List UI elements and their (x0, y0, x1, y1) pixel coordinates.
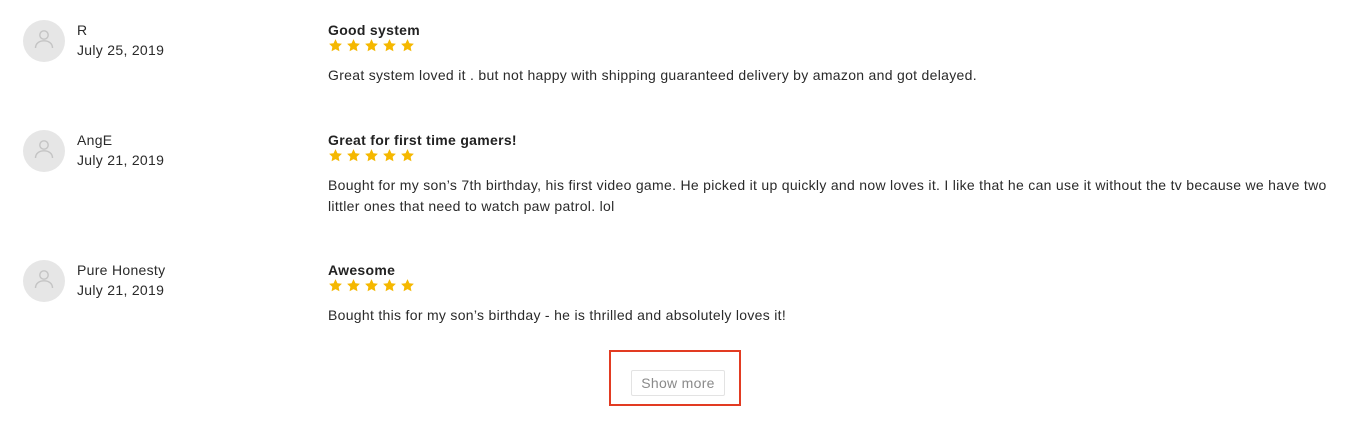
review-author-block: R July 25, 2019 (77, 20, 164, 60)
star-rating (328, 38, 1333, 58)
review-author: Pure Honesty (77, 262, 166, 278)
review-title: Great for first time gamers! (328, 132, 517, 148)
star-rating (328, 148, 1333, 168)
review-body: Awesome Bought this for my son’s birthda… (328, 260, 1333, 326)
star-icon (382, 38, 397, 58)
review-text: Great system loved it . but not happy wi… (328, 67, 977, 83)
star-icon (346, 38, 361, 58)
star-icon (364, 38, 379, 58)
review-author-block: AngE July 21, 2019 (77, 130, 164, 170)
star-icon (382, 278, 397, 298)
star-icon (400, 148, 415, 168)
review-author: AngE (77, 132, 113, 148)
avatar (23, 20, 65, 62)
star-icon (400, 38, 415, 58)
review-author-block: Pure Honesty July 21, 2019 (77, 260, 165, 300)
review-body: Great for first time gamers! Bought for … (328, 130, 1333, 217)
star-icon (364, 148, 379, 168)
review-title: Good system (328, 22, 420, 38)
user-icon (32, 267, 56, 296)
star-icon (346, 278, 361, 298)
star-icon (346, 148, 361, 168)
avatar (23, 130, 65, 172)
user-icon (32, 137, 56, 166)
star-icon (364, 278, 379, 298)
review-text: Bought for my son’s 7th birthday, his fi… (328, 177, 1327, 214)
review-title: Awesome (328, 262, 396, 278)
show-more-button[interactable]: Show more (631, 370, 725, 396)
review-date: July 21, 2019 (77, 152, 165, 168)
review-text: Bought this for my son’s birthday - he i… (328, 307, 787, 323)
star-icon (328, 278, 343, 298)
star-icon (328, 148, 343, 168)
star-icon (400, 278, 415, 298)
review-date: July 21, 2019 (77, 282, 165, 298)
review-author: R (77, 22, 88, 38)
user-icon (32, 27, 56, 56)
show-more-highlight: Show more (609, 350, 741, 406)
review-date: July 25, 2019 (77, 42, 165, 58)
star-icon (328, 38, 343, 58)
star-rating (328, 278, 1333, 298)
star-icon (382, 148, 397, 168)
avatar (23, 260, 65, 302)
review-body: Good system Great system loved it . but … (328, 20, 1333, 86)
